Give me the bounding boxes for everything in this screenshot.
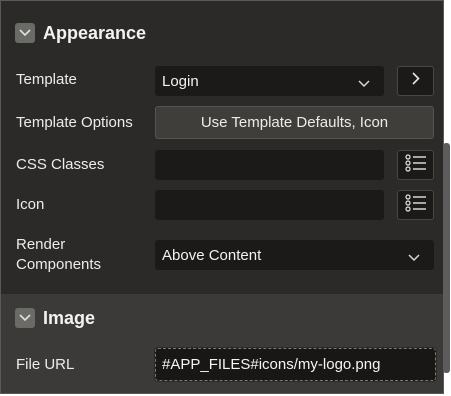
- chevron-down-icon[interactable]: [15, 23, 35, 43]
- appearance-section-title: Appearance: [43, 22, 147, 43]
- file-url-value: #APP_FILES#icons/my-logo.png: [162, 356, 381, 373]
- template-options-label: Template Options: [16, 114, 133, 131]
- file-url-input[interactable]: #APP_FILES#icons/my-logo.png: [154, 347, 437, 382]
- render-components-label-line2: Components: [16, 256, 102, 273]
- vertical-scrollbar[interactable]: [443, 143, 450, 373]
- render-components-select[interactable]: Above Content: [155, 240, 434, 270]
- css-classes-input[interactable]: [155, 150, 384, 180]
- css-classes-label: CSS Classes: [16, 156, 105, 173]
- property-editor-panel: Appearance Template Login Template Optio…: [0, 0, 444, 394]
- template-go-button[interactable]: [397, 66, 434, 96]
- render-components-select-value: Above Content: [162, 246, 262, 264]
- css-classes-list-button[interactable]: [397, 150, 434, 180]
- appearance-section-header[interactable]: Appearance: [1, 21, 443, 45]
- image-section-header[interactable]: Image: [1, 306, 443, 330]
- icon-label: Icon: [16, 196, 45, 213]
- render-components-label-line1: Render: [16, 236, 66, 253]
- template-options-button[interactable]: Use Template Defaults, Icon: [155, 106, 434, 139]
- chevron-down-icon: [408, 249, 420, 266]
- template-select[interactable]: Login: [155, 66, 384, 96]
- chevron-down-icon: [358, 75, 370, 92]
- template-select-value: Login: [162, 72, 199, 90]
- list-icon: [404, 153, 427, 177]
- file-url-label: File URL: [16, 356, 75, 373]
- list-icon: [404, 193, 427, 217]
- icon-input[interactable]: [155, 190, 384, 220]
- chevron-right-icon: [411, 72, 420, 90]
- icon-list-button[interactable]: [397, 190, 434, 220]
- template-label: Template: [16, 71, 77, 88]
- chevron-down-icon[interactable]: [15, 308, 35, 328]
- image-section-title: Image: [43, 307, 96, 328]
